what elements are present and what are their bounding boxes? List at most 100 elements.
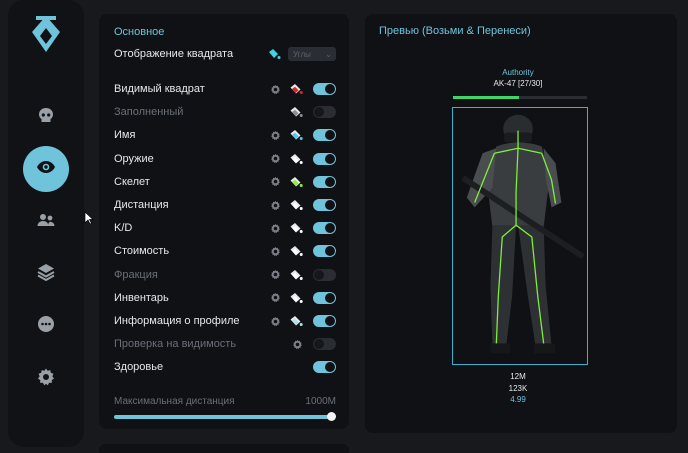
gear-icon[interactable] — [269, 269, 281, 281]
slider-thumb[interactable] — [327, 412, 336, 421]
max-distance-row: Максимальная дистанция 1000M — [114, 396, 336, 407]
esp-settings-panel: Основное Отображение квадрата Углы ⌄ Види… — [99, 14, 349, 429]
setting-label: Информация о профиле — [114, 315, 240, 327]
setting-row: K/D — [114, 219, 336, 237]
paint-bucket-icon[interactable] — [289, 106, 303, 118]
toggle-switch[interactable] — [313, 83, 336, 95]
box-display-row: Отображение квадрата Углы ⌄ — [114, 45, 336, 63]
setting-label: Здоровье — [114, 361, 164, 374]
gear-icon — [36, 367, 56, 392]
sidebar-item-visuals[interactable] — [23, 146, 69, 192]
max-distance-slider[interactable] — [114, 412, 336, 421]
paint-bucket-icon[interactable] — [267, 48, 281, 60]
setting-label: K/D — [114, 222, 133, 235]
logo-icon — [30, 14, 62, 54]
setting-row: Стоимость — [114, 242, 336, 260]
esp-kd: 4.99 — [510, 395, 526, 404]
app-root: Основное Отображение квадрата Углы ⌄ Види… — [0, 0, 688, 453]
gear-icon[interactable] — [269, 292, 281, 304]
toggle-switch[interactable] — [313, 245, 336, 258]
setting-label: Оружие — [114, 152, 154, 165]
sidebar — [8, 0, 84, 447]
paint-bucket-icon[interactable] — [289, 315, 303, 327]
setting-row: Информация о профиле — [114, 312, 336, 330]
setting-row: Оружие — [114, 150, 336, 168]
toggle-switch[interactable] — [313, 175, 336, 188]
setting-row: Видимый квадрат — [114, 80, 336, 98]
gear-icon[interactable] — [269, 315, 281, 327]
users-icon — [36, 210, 56, 235]
toggle-switch[interactable] — [313, 361, 336, 374]
paint-bucket-icon[interactable] — [289, 153, 303, 165]
gear-icon[interactable] — [269, 245, 281, 257]
setting-row: Скелет — [114, 173, 336, 191]
preview-panel: Превью (Возьми & Перенеси) Authority AK-… — [365, 14, 677, 433]
preview-title: Превью (Возьми & Перенеси) — [379, 25, 531, 37]
esp-value: 123K — [508, 384, 528, 393]
setting-row: Проверка на видимость — [114, 335, 336, 353]
paint-bucket-icon[interactable] — [289, 199, 303, 211]
eye-icon — [36, 157, 56, 182]
paint-bucket-icon[interactable] — [289, 83, 303, 95]
gear-icon[interactable] — [269, 176, 281, 188]
esp-weapon: AK-47 [27/30] — [493, 79, 543, 88]
toggle-switch[interactable] — [313, 199, 336, 211]
paint-bucket-icon[interactable] — [289, 176, 303, 188]
gear-icon[interactable] — [269, 83, 281, 95]
esp-distance: 12M — [510, 372, 526, 381]
setting-label: Стоимость — [114, 245, 170, 258]
paint-bucket-icon[interactable] — [289, 222, 303, 234]
paint-bucket-icon[interactable] — [289, 129, 303, 141]
panel-bottom-edge — [99, 444, 349, 453]
setting-row: Здоровье — [114, 358, 336, 376]
gear-icon[interactable] — [269, 129, 281, 141]
chevron-down-icon: ⌄ — [325, 49, 332, 59]
box-display-label: Отображение квадрата — [114, 48, 234, 60]
paint-bucket-icon[interactable] — [289, 245, 303, 257]
toggle-switch[interactable] — [313, 268, 336, 281]
setting-label: Скелет — [114, 175, 150, 188]
setting-row: Заполненный — [114, 103, 336, 121]
toggle-switch[interactable] — [313, 338, 336, 351]
toggle-switch[interactable] — [313, 222, 336, 235]
health-bar-fill — [453, 96, 519, 99]
gear-icon[interactable] — [269, 153, 281, 165]
setting-label: Имя — [114, 129, 136, 142]
esp-box[interactable] — [452, 107, 588, 365]
toggle-switch[interactable] — [313, 315, 336, 327]
toggle-switch[interactable] — [313, 106, 336, 119]
sidebar-item-skull[interactable] — [24, 96, 68, 140]
setting-label: Видимый квадрат — [114, 83, 205, 95]
setting-label: Проверка на видимость — [114, 338, 237, 351]
paint-bucket-icon[interactable] — [289, 292, 303, 304]
gear-icon[interactable] — [269, 199, 281, 211]
setting-label: Заполненный — [114, 106, 184, 119]
esp-player-name: Authority — [502, 68, 534, 77]
layers-icon — [36, 262, 56, 287]
chat-icon — [36, 314, 56, 339]
gear-icon[interactable] — [269, 222, 281, 234]
paint-bucket-icon[interactable] — [289, 269, 303, 281]
health-bar — [453, 96, 587, 99]
box-display-select[interactable]: Углы ⌄ — [288, 47, 336, 61]
max-distance-value: 1000M — [305, 396, 336, 407]
skull-icon — [36, 106, 56, 131]
sidebar-item-layers[interactable] — [24, 252, 68, 296]
setting-label: Дистанция — [114, 199, 169, 211]
sidebar-item-settings[interactable] — [24, 357, 68, 401]
sidebar-item-chat[interactable] — [24, 304, 68, 348]
setting-row: Инвентарь — [114, 289, 336, 307]
setting-label: Инвентарь — [114, 291, 169, 304]
setting-label: Фракция — [114, 268, 158, 281]
gear-icon[interactable] — [291, 338, 303, 350]
setting-row: Дистанция — [114, 196, 336, 214]
setting-row: Имя — [114, 126, 336, 144]
max-distance-label: Максимальная дистанция — [114, 396, 235, 407]
mouse-cursor-icon — [84, 211, 94, 225]
toggle-switch[interactable] — [313, 291, 336, 304]
section-title: Основное — [114, 26, 165, 38]
toggle-switch[interactable] — [313, 129, 336, 142]
sidebar-item-friends[interactable] — [24, 200, 68, 244]
setting-row: Фракция — [114, 266, 336, 284]
toggle-switch[interactable] — [313, 152, 336, 165]
